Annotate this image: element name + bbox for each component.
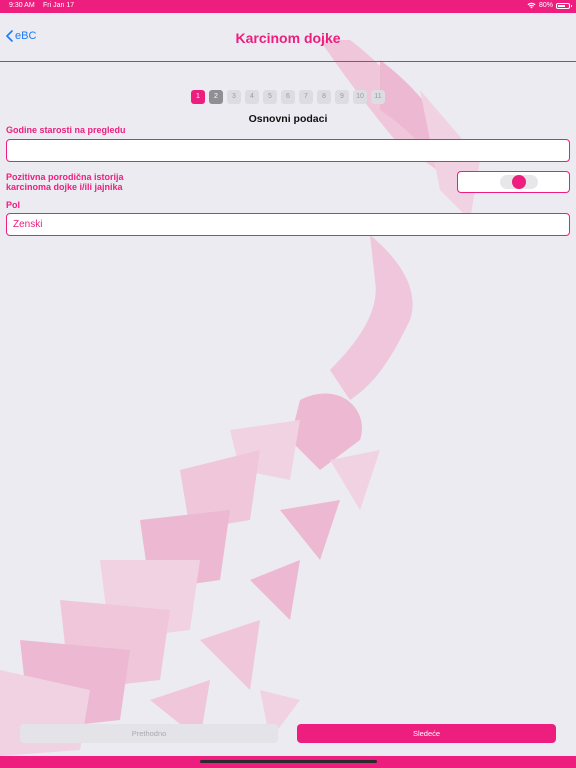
step-10[interactable]: 10 xyxy=(353,90,367,104)
family-history-label-line1: Pozitivna porodična istorija xyxy=(6,172,124,182)
status-bar: 9:30 AM Fri Jan 17 80% xyxy=(0,0,576,13)
home-indicator xyxy=(200,760,377,763)
family-history-label-line2: karcinoma dojke i/ili jajnika xyxy=(6,182,123,192)
toggle-knob xyxy=(512,175,526,189)
sex-label: Pol xyxy=(6,200,21,210)
sex-field-box xyxy=(6,213,570,236)
step-5[interactable]: 5 xyxy=(263,90,277,104)
wifi-icon xyxy=(527,2,536,9)
section-title: Osnovni podaci xyxy=(248,113,328,125)
battery-percent: 80% xyxy=(538,2,553,9)
battery-icon xyxy=(556,2,572,9)
step-6[interactable]: 6 xyxy=(281,90,295,104)
age-input[interactable] xyxy=(7,140,569,161)
step-4[interactable]: 4 xyxy=(245,90,259,104)
nav-divider xyxy=(0,61,576,62)
step-7[interactable]: 7 xyxy=(299,90,313,104)
step-11[interactable]: 11 xyxy=(371,90,385,104)
step-1[interactable]: 1 xyxy=(191,90,205,104)
step-9[interactable]: 9 xyxy=(335,90,349,104)
family-history-toggle[interactable] xyxy=(500,175,538,189)
status-right: 80% xyxy=(527,2,572,9)
page-title: Karcinom dojke xyxy=(235,30,341,46)
step-indicator: 1 2 3 4 5 6 7 8 9 10 11 xyxy=(191,90,385,104)
sex-input[interactable] xyxy=(7,214,569,235)
step-2[interactable]: 2 xyxy=(209,90,223,104)
family-history-toggle-box xyxy=(457,171,570,193)
previous-button[interactable]: Prethodno xyxy=(20,724,278,743)
next-button[interactable]: Sledeće xyxy=(297,724,556,743)
family-history-label: Pozitivna porodična istorija karcinoma d… xyxy=(6,172,124,192)
step-8[interactable]: 8 xyxy=(317,90,331,104)
step-3[interactable]: 3 xyxy=(227,90,241,104)
age-label: Godine starosti na pregledu xyxy=(6,125,126,135)
status-date: Fri Jan 17 xyxy=(43,2,75,9)
status-time: 9:30 AM xyxy=(9,2,35,9)
age-field-box xyxy=(6,139,570,162)
